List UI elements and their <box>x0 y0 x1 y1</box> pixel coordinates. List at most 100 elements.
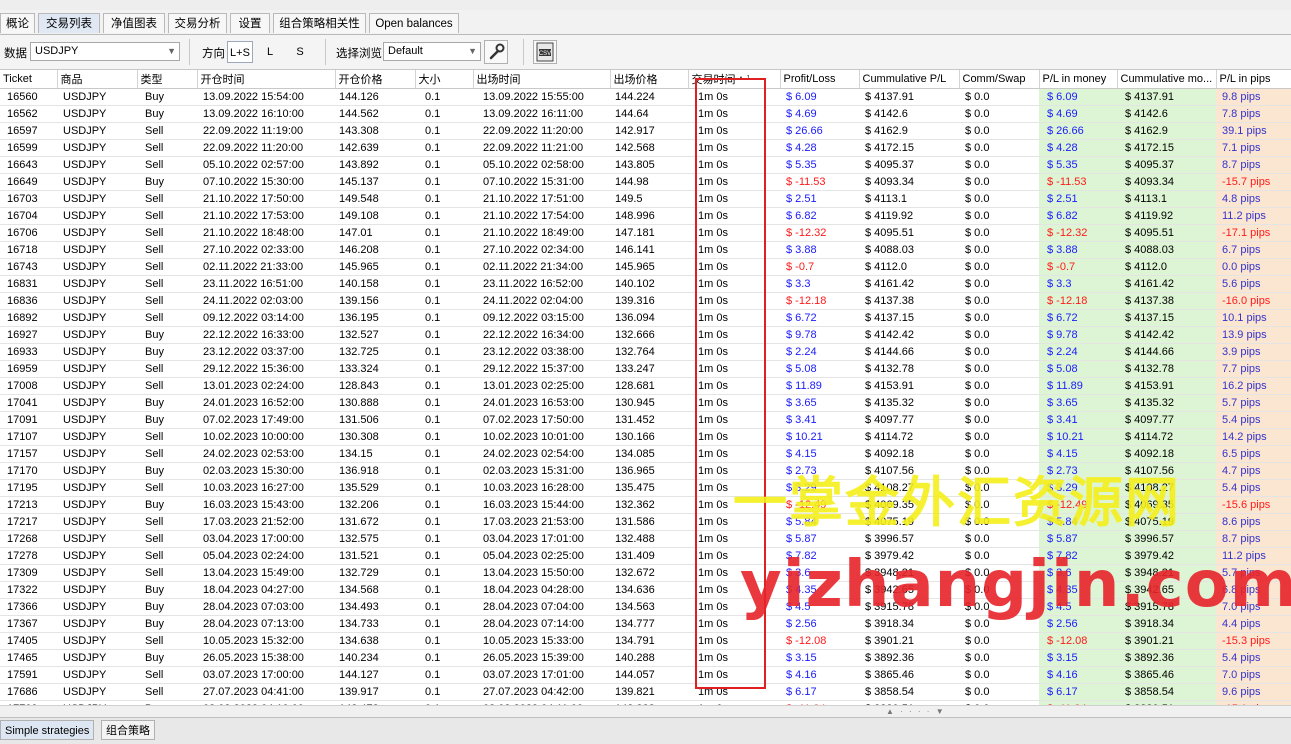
cell-pl-pips: 5.4 pips <box>1216 649 1291 667</box>
cell-profit-loss: $ -12.08 <box>786 635 827 647</box>
cell-open-time: 22.09.2022 11:19:00 <box>203 125 304 137</box>
table-row[interactable]: 16836 USDJPY Sell 24.11.2022 02:03:00 139.15… <box>0 292 1291 310</box>
table-row[interactable]: 16599 USDJPY Sell 22.09.2022 11:20:00 142.63… <box>0 139 1291 157</box>
table-row[interactable]: 16643 USDJPY Sell 05.10.2022 02:57:00 143.89… <box>0 156 1291 174</box>
table-row[interactable]: 17217 USDJPY Sell 17.03.2023 21:52:00 131.67… <box>0 513 1291 531</box>
table-row[interactable]: 16597 USDJPY Sell 22.09.2022 11:19:00 143.30… <box>0 122 1291 140</box>
trade-table-container[interactable]: Ticket 商品 类型 开仓时间 开仓价格 大小 出场时间 出场价格 交易时间… <box>0 70 1291 705</box>
table-row[interactable]: 17367 USDJPY Buy 28.04.2023 07:13:00 134.733… <box>0 615 1291 633</box>
table-row[interactable]: 17170 USDJPY Buy 02.03.2023 15:30:00 136.918… <box>0 462 1291 480</box>
cell-comm-swap: $ 0.0 <box>965 448 990 460</box>
cell-comm-swap: $ 0.0 <box>965 482 990 494</box>
col-cumulative-money[interactable]: Cummulative mo... <box>1117 70 1217 89</box>
tab-portfolio-correlation[interactable]: 组合策略相关性 <box>273 13 366 33</box>
table-row[interactable]: 16703 USDJPY Sell 21.10.2022 17:50:00 149.54… <box>0 190 1291 208</box>
scroll-grip-icon[interactable]: ▲ · · · · ▼ <box>886 707 946 716</box>
cell-close-price: 132.488 <box>615 533 655 545</box>
table-row[interactable]: 17041 USDJPY Buy 24.01.2023 16:52:00 130.888… <box>0 394 1291 412</box>
table-row[interactable]: 16831 USDJPY Sell 23.11.2022 16:51:00 140.15… <box>0 275 1291 293</box>
tab-trade-list[interactable]: 交易列表 <box>38 13 100 33</box>
col-type[interactable]: 类型 <box>137 70 198 89</box>
tab-trade-analysis[interactable]: 交易分析 <box>168 13 227 33</box>
table-row[interactable]: 16649 USDJPY Buy 07.10.2022 15:30:00 145.137… <box>0 173 1291 191</box>
col-pl-pips[interactable]: P/L in pips <box>1216 70 1291 89</box>
cell-comm-swap: $ 0.0 <box>965 380 990 392</box>
table-row[interactable]: 16892 USDJPY Sell 09.12.2022 03:14:00 136.19… <box>0 309 1291 327</box>
cell-symbol: USDJPY <box>63 618 107 630</box>
tab-open-balances[interactable]: Open balances <box>369 13 459 33</box>
cell-close-time: 03.07.2023 17:01:00 <box>483 669 584 681</box>
col-close-time[interactable]: 出场时间 <box>473 70 611 89</box>
col-profit-loss[interactable]: Profit/Loss <box>780 70 860 89</box>
tab-overview[interactable]: 概论 <box>0 13 35 33</box>
tab-simple-strategies[interactable]: Simple strategies <box>0 720 95 740</box>
cell-open-price: 134.15 <box>339 448 373 460</box>
cell-duration: 1m 0s <box>698 448 728 460</box>
table-row[interactable]: 17591 USDJPY Sell 03.07.2023 17:00:00 144.12… <box>0 666 1291 684</box>
table-row[interactable]: 17195 USDJPY Sell 10.03.2023 16:27:00 135.52… <box>0 479 1291 497</box>
col-size[interactable]: 大小 <box>415 70 474 89</box>
cell-cumulative-pl: $ 3901.21 <box>865 635 914 647</box>
col-open-price[interactable]: 开仓价格 <box>335 70 416 89</box>
col-close-price[interactable]: 出场价格 <box>610 70 689 89</box>
table-row[interactable]: 17268 USDJPY Sell 03.04.2023 17:00:00 132.57… <box>0 530 1291 548</box>
table-row[interactable]: 17157 USDJPY Sell 24.02.2023 02:53:00 134.15… <box>0 445 1291 463</box>
table-row[interactable]: 16718 USDJPY Sell 27.10.2022 02:33:00 146.20… <box>0 241 1291 259</box>
table-row[interactable]: 17309 USDJPY Sell 13.04.2023 15:49:00 132.72… <box>0 564 1291 582</box>
table-row[interactable]: 17008 USDJPY Sell 13.01.2023 02:24:00 128.84… <box>0 377 1291 395</box>
cell-cumulative-money: $ 4095.37 <box>1117 156 1216 174</box>
col-comm-swap[interactable]: Comm/Swap <box>959 70 1040 89</box>
cell-cumulative-pl: $ 3918.34 <box>865 618 914 630</box>
direction-long-button[interactable]: L <box>260 41 280 63</box>
cell-profit-loss: $ 5.87 <box>786 533 817 545</box>
table-row[interactable]: 16959 USDJPY Sell 29.12.2022 15:36:00 133.32… <box>0 360 1291 378</box>
cell-open-price: 143.892 <box>339 159 379 171</box>
cell-ticket: 16718 <box>7 244 38 256</box>
tab-equity-chart[interactable]: 净值图表 <box>103 13 165 33</box>
col-open-time[interactable]: 开仓时间 <box>197 70 336 89</box>
direction-ls-button[interactable]: L+S <box>227 41 253 63</box>
table-row[interactable]: 17686 USDJPY Sell 27.07.2023 04:41:00 139.91… <box>0 683 1291 701</box>
cell-comm-swap: $ 0.0 <box>965 465 990 477</box>
table-row[interactable]: 17405 USDJPY Sell 10.05.2023 15:32:00 134.63… <box>0 632 1291 650</box>
cell-pl-pips: -16.0 pips <box>1216 292 1291 310</box>
table-row[interactable]: 16743 USDJPY Sell 02.11.2022 21:33:00 145.96… <box>0 258 1291 276</box>
cell-close-price: 143.805 <box>615 159 655 171</box>
cell-pl-pips: 6.7 pips <box>1216 241 1291 259</box>
table-row[interactable]: 17091 USDJPY Buy 07.02.2023 17:49:00 131.506… <box>0 411 1291 429</box>
table-row[interactable]: 17213 USDJPY Buy 16.03.2023 15:43:00 132.206… <box>0 496 1291 514</box>
col-ticket[interactable]: Ticket <box>0 70 58 89</box>
table-row[interactable]: 17366 USDJPY Buy 28.04.2023 07:03:00 134.493… <box>0 598 1291 616</box>
table-row[interactable]: 16706 USDJPY Sell 21.10.2022 18:48:00 147.01… <box>0 224 1291 242</box>
cell-cumulative-money: $ 4097.77 <box>1117 411 1216 429</box>
cell-symbol: USDJPY <box>63 414 107 426</box>
cell-pl-pips: 4.4 pips <box>1216 615 1291 633</box>
table-row[interactable]: 17107 USDJPY Sell 10.02.2023 10:00:00 130.30… <box>0 428 1291 446</box>
cell-type: Sell <box>145 210 164 222</box>
direction-short-button[interactable]: S <box>290 41 310 63</box>
col-pl-money[interactable]: P/L in money <box>1039 70 1118 89</box>
browse-select[interactable]: Default ▼ <box>383 42 481 61</box>
table-row[interactable]: 17465 USDJPY Buy 26.05.2023 15:38:00 140.234… <box>0 649 1291 667</box>
table-row[interactable]: 17322 USDJPY Buy 18.04.2023 04:27:00 134.568… <box>0 581 1291 599</box>
export-csv-button[interactable]: CSV <box>533 40 557 64</box>
wrench-button[interactable] <box>484 40 508 64</box>
col-cumulative-pl[interactable]: Cummulative P/L <box>859 70 960 89</box>
symbol-select[interactable]: USDJPY ▼ <box>30 42 180 61</box>
cell-comm-swap: $ 0.0 <box>965 346 990 358</box>
tab-portfolio-strategies[interactable]: 组合策略 <box>101 720 155 740</box>
cell-close-price: 130.166 <box>615 431 655 443</box>
table-row[interactable]: 16933 USDJPY Buy 23.12.2022 03:37:00 132.725… <box>0 343 1291 361</box>
cell-close-price: 139.821 <box>615 686 655 698</box>
table-row[interactable]: 16927 USDJPY Buy 22.12.2022 16:33:00 132.527… <box>0 326 1291 344</box>
table-row[interactable]: 16560 USDJPY Buy 13.09.2022 15:54:00 144.126… <box>0 88 1291 106</box>
table-row[interactable]: 16704 USDJPY Sell 21.10.2022 17:53:00 149.10… <box>0 207 1291 225</box>
table-row[interactable]: 17278 USDJPY Sell 05.04.2023 02:24:00 131.52… <box>0 547 1291 565</box>
tab-settings[interactable]: 设置 <box>230 13 270 33</box>
cell-type: Sell <box>145 380 164 392</box>
table-row[interactable]: 16562 USDJPY Buy 13.09.2022 16:10:00 144.562… <box>0 105 1291 123</box>
col-duration[interactable]: 交易时间 ▲ 1 <box>688 70 781 89</box>
cell-profit-loss: $ 26.66 <box>786 125 823 137</box>
toolbar-separator <box>325 39 326 65</box>
col-symbol[interactable]: 商品 <box>57 70 138 89</box>
